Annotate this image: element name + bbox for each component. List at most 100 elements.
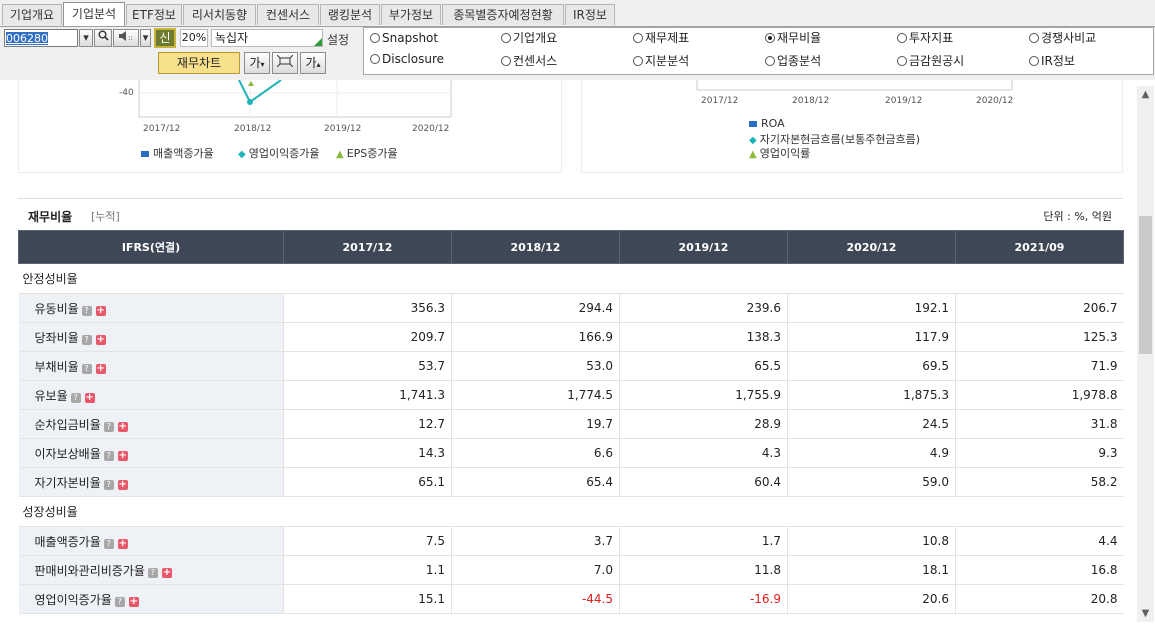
unit-label: 단위 : %, 억원	[1043, 210, 1112, 223]
expand-plus-icon[interactable]: +	[128, 596, 139, 607]
speaker-dropdown-icon[interactable]: ▾	[140, 29, 151, 47]
speaker-icon[interactable]: ::	[113, 29, 139, 47]
svg-text:::: ::	[128, 34, 133, 42]
search-icon[interactable]	[94, 29, 112, 47]
help-icon[interactable]: ?	[81, 334, 92, 345]
font-size-icon: 가	[249, 56, 261, 70]
tab-ranking[interactable]: 랭킹분석	[320, 4, 380, 25]
legend-item: ROA	[749, 117, 785, 130]
vertical-scrollbar[interactable]: ▲ ▼	[1137, 86, 1154, 622]
tab-etf-info[interactable]: ETF정보	[126, 4, 182, 25]
help-icon[interactable]: ?	[103, 421, 114, 432]
tab-research[interactable]: 리서치동향	[183, 4, 256, 25]
expand-plus-icon[interactable]: +	[95, 305, 106, 316]
row-label-cell: 유보율? +	[18, 380, 284, 410]
row-label: 부채비율	[34, 359, 79, 374]
scrollbar-thumb[interactable]	[1139, 216, 1152, 354]
row-label-cell: 영업이익증가율? +	[18, 584, 284, 614]
font-decrease-button[interactable]: 가▾	[244, 52, 270, 74]
radio-shareholding[interactable]: 지분분석	[633, 52, 689, 70]
value-cell: 16.8	[955, 555, 1124, 585]
radio-ir-info[interactable]: IR정보	[1029, 52, 1075, 70]
expand-plus-icon[interactable]: +	[117, 421, 128, 432]
radio-company-overview[interactable]: 기업개요	[501, 29, 557, 47]
section-subtitle: [누적]	[91, 210, 120, 223]
table-row: 당좌비율? +209.7 166.9 138.3 117.9 125.3	[18, 322, 1124, 352]
radio-fss-disclosure[interactable]: 금감원공시	[897, 52, 964, 70]
tab-capital-increase[interactable]: 종목별증자예정현황	[442, 4, 564, 25]
tab-company-overview[interactable]: 기업개요	[2, 4, 62, 25]
expand-plus-icon[interactable]: +	[84, 392, 95, 403]
tab-consensus[interactable]: 컨센서스	[257, 4, 319, 25]
column-header: IFRS(연결)	[18, 230, 284, 264]
scroll-down-icon[interactable]: ▼	[1137, 605, 1154, 622]
value-cell: 20.6	[787, 584, 956, 614]
stock-code-input[interactable]: 006280	[4, 29, 78, 47]
help-icon[interactable]: ?	[147, 567, 158, 578]
tab-ir-info[interactable]: IR정보	[565, 4, 615, 25]
row-label-cell: 매출액증가율? +	[18, 526, 284, 556]
value-cell: 53.7	[283, 351, 452, 381]
radio-financial-ratios[interactable]: 재무비율	[765, 29, 821, 47]
corner-marker-icon	[314, 38, 322, 46]
value-cell: 1.7	[619, 526, 788, 556]
square-marker-icon	[141, 151, 149, 157]
expand-plus-icon[interactable]: +	[95, 363, 106, 374]
help-icon[interactable]: ?	[114, 596, 125, 607]
value-cell: 24.5	[787, 409, 956, 439]
value-cell: 166.9	[451, 322, 620, 352]
radio-consensus[interactable]: 컨센서스	[501, 52, 557, 70]
tab-company-analysis[interactable]: 기업분석	[63, 2, 125, 26]
section-title: 재무비율	[28, 210, 73, 224]
help-icon[interactable]: ?	[103, 538, 114, 549]
value-cell: 65.4	[451, 467, 620, 497]
expand-plus-icon[interactable]: +	[117, 538, 128, 549]
tab-extra-info[interactable]: 부가정보	[381, 4, 441, 25]
value-cell: 192.1	[787, 293, 956, 323]
dropdown-arrow-icon[interactable]: ▾	[79, 29, 93, 47]
help-icon[interactable]: ?	[103, 450, 114, 461]
value-cell: 18.1	[787, 555, 956, 585]
scroll-up-icon[interactable]: ▲	[1137, 86, 1154, 103]
x-tick-label: 2020/12	[976, 96, 1014, 106]
row-label: 유보율	[34, 388, 68, 403]
financial-chart-button[interactable]: 재무차트	[158, 52, 240, 74]
row-label: 이자보상배율	[34, 446, 101, 461]
radio-snapshot[interactable]: Snapshot	[370, 29, 438, 47]
expand-plus-icon[interactable]: +	[95, 334, 106, 345]
column-header: 2018/12	[451, 230, 620, 264]
settings-link[interactable]: 설정	[327, 31, 349, 48]
category-label: 성장성비율	[18, 496, 1124, 527]
expand-plus-icon[interactable]: +	[117, 479, 128, 490]
help-icon[interactable]: ?	[103, 479, 114, 490]
table-row: 이자보상배율? +14.3 6.6 4.3 4.9 9.3	[18, 438, 1124, 468]
stock-name-field[interactable]: 녹십자	[211, 29, 323, 47]
help-icon[interactable]: ?	[81, 305, 92, 316]
value-cell: 65.5	[619, 351, 788, 381]
x-tick-label: 2019/12	[885, 96, 923, 106]
value-cell: 1,875.3	[787, 380, 956, 410]
value-cell: 1,774.5	[451, 380, 620, 410]
new-button[interactable]: 신	[154, 28, 176, 48]
row-label: 당좌비율	[34, 330, 79, 345]
radio-investment-indicators[interactable]: 투자지표	[897, 29, 953, 47]
radio-disclosure[interactable]: Disclosure	[370, 50, 444, 68]
expand-plus-icon[interactable]: +	[161, 567, 172, 578]
profitability-chart	[696, 80, 1013, 91]
radio-industry-analysis[interactable]: 업종분석	[765, 52, 821, 70]
value-cell: 14.3	[283, 438, 452, 468]
value-cell: 60.4	[619, 467, 788, 497]
radio-competitor-compare[interactable]: 경쟁사비교	[1029, 29, 1096, 47]
percent-field[interactable]: 20%	[180, 29, 208, 47]
expand-plus-icon[interactable]: +	[117, 450, 128, 461]
help-icon[interactable]: ?	[81, 363, 92, 374]
value-cell: 239.6	[619, 293, 788, 323]
x-tick-label: 2020/12	[412, 124, 450, 134]
value-cell: 31.8	[955, 409, 1124, 439]
value-cell: 9.3	[955, 438, 1124, 468]
help-icon[interactable]: ?	[70, 392, 81, 403]
main-content: -40 2017/12 2018/12 2019/12 2020/12 매출액증…	[0, 80, 1155, 636]
expand-icon[interactable]	[272, 52, 298, 74]
font-increase-button[interactable]: 가▴	[300, 52, 326, 74]
radio-financial-statements[interactable]: 재무제표	[633, 29, 689, 47]
